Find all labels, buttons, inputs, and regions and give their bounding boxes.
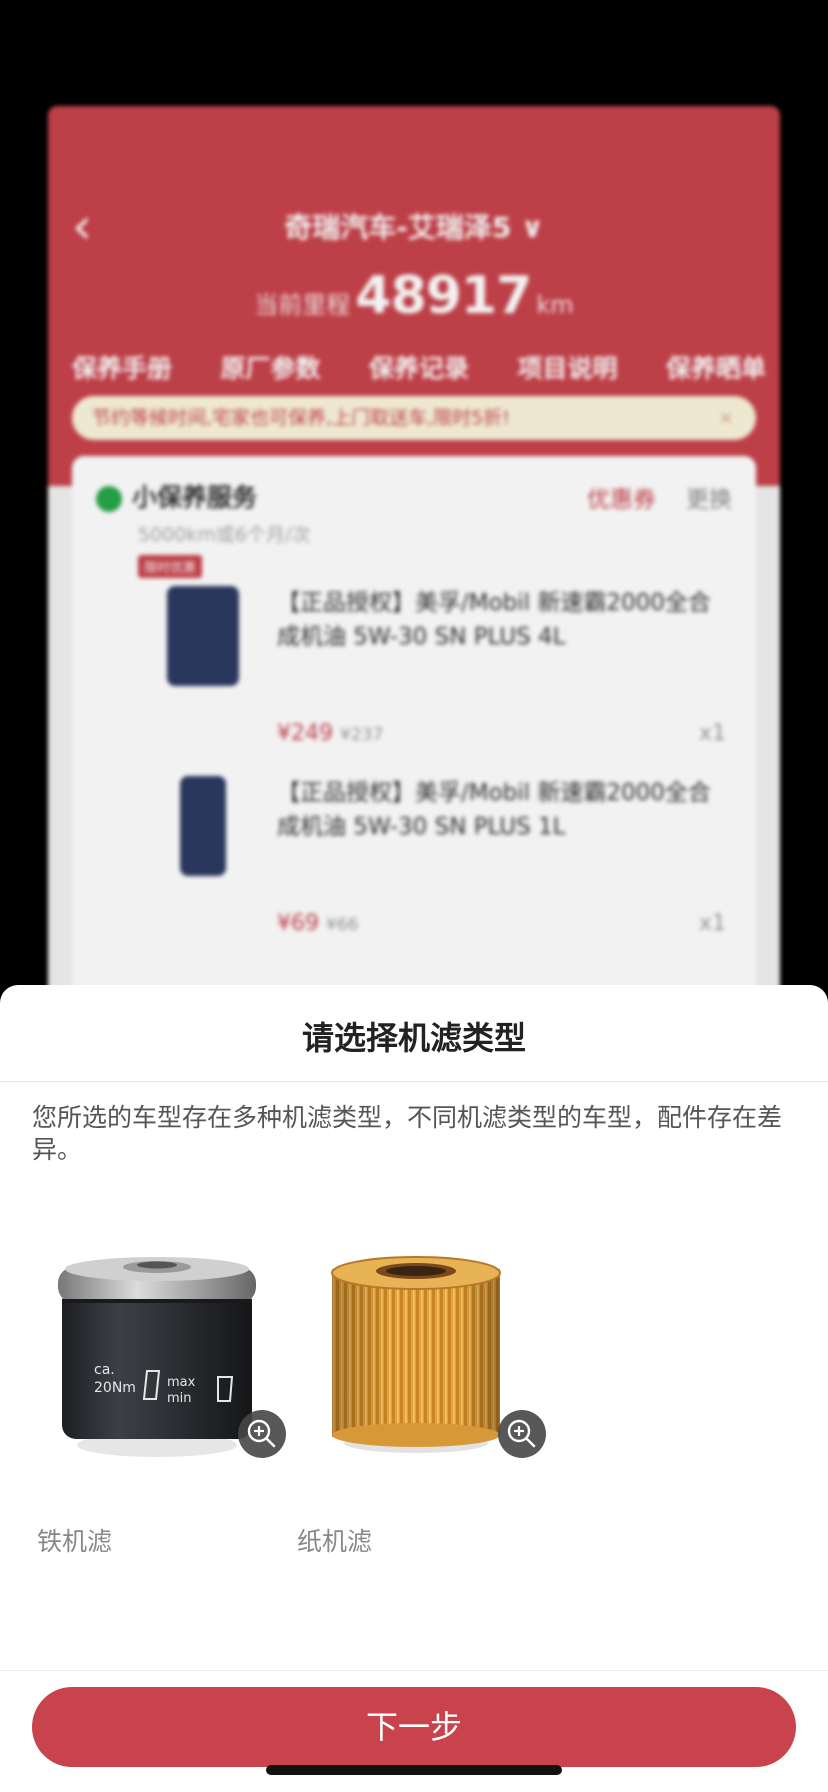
zoom-in-icon[interactable] — [238, 1410, 286, 1458]
option-paper-filter[interactable] — [312, 1249, 546, 1489]
svg-text:20Nm: 20Nm — [94, 1380, 136, 1396]
divider — [0, 1081, 828, 1082]
divider — [0, 1670, 828, 1671]
option-label-metal-filter[interactable]: 铁机滤 — [37, 1522, 112, 1558]
svg-text:ca.: ca. — [94, 1362, 115, 1378]
svg-text:min: min — [167, 1391, 192, 1406]
svg-text:max: max — [167, 1375, 196, 1390]
home-indicator[interactable] — [266, 1765, 562, 1775]
filter-type-sheet: 请选择机滤类型 您所选的车型存在多种机滤类型，不同机滤类型的车型，配件存在差异。 — [0, 985, 828, 1792]
option-label-paper-filter[interactable]: 纸机滤 — [297, 1522, 372, 1558]
paper-oil-filter-image — [331, 1256, 501, 1453]
option-metal-filter[interactable]: ca. 20Nm max min — [52, 1249, 286, 1489]
next-step-button[interactable]: 下一步 — [32, 1687, 796, 1767]
sheet-description: 您所选的车型存在多种机滤类型，不同机滤类型的车型，配件存在差异。 — [32, 1103, 783, 1164]
sheet-title: 请选择机滤类型 — [301, 1019, 526, 1057]
zoom-in-icon[interactable] — [498, 1410, 546, 1458]
metal-oil-filter-image: ca. 20Nm max min — [58, 1257, 256, 1457]
